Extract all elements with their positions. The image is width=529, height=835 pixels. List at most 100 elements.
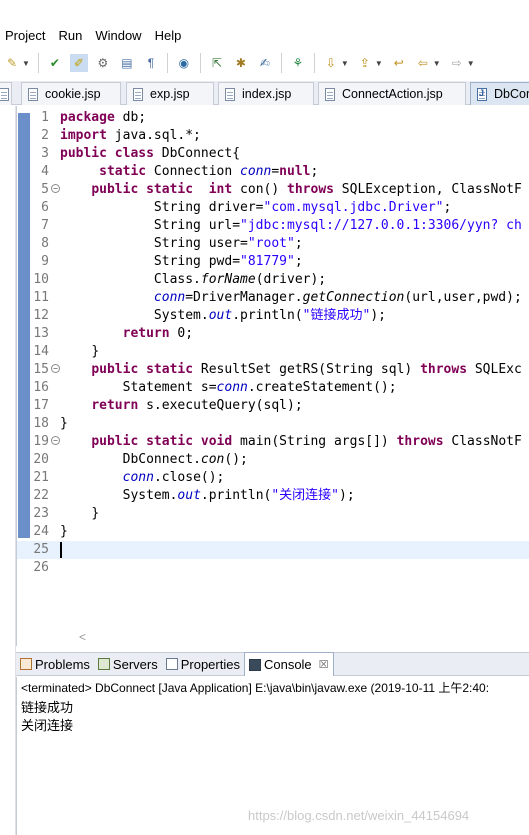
skip-icon[interactable]: ✔: [46, 54, 64, 72]
menu-help[interactable]: Help: [150, 24, 182, 48]
code-line[interactable]: 8 String user="root";: [17, 235, 529, 253]
edit-icon[interactable]: ✍: [256, 54, 274, 72]
code-line[interactable]: 18}: [17, 415, 529, 433]
code-line[interactable]: 23 }: [17, 505, 529, 523]
code-text: System.out.println("链接成功");: [60, 307, 386, 325]
line-number: 25: [33, 542, 49, 557]
globe-icon[interactable]: ◉: [175, 54, 193, 72]
code-text: package db;: [60, 109, 146, 127]
task-icon[interactable]: ⇱: [208, 54, 226, 72]
code-line[interactable]: 26: [17, 559, 529, 577]
wrench-icon[interactable]: ⇪: [356, 54, 374, 72]
code-line[interactable]: 12 System.out.println("链接成功");: [17, 307, 529, 325]
code-editor[interactable]: 1 package db; 2 import java.sql.*; 3 public c…: [16, 106, 529, 646]
code-token: .println(: [200, 488, 272, 503]
code-line[interactable]: 11 conn=DriverManager.getConnection(url,…: [17, 289, 529, 307]
fold-toggle-icon[interactable]: −: [51, 436, 60, 445]
horizontal-scrollbar[interactable]: <: [65, 628, 529, 646]
code-line[interactable]: 10 Class.forName(driver);: [17, 271, 529, 289]
menu-run[interactable]: Run: [53, 24, 82, 48]
tab-problems[interactable]: Problems: [16, 653, 94, 675]
code-token: .close();: [153, 470, 225, 485]
code-token: throws: [420, 362, 468, 377]
menu-project[interactable]: Project: [0, 24, 45, 48]
tab-label: exp.jsp: [150, 87, 190, 101]
down-arrow-icon[interactable]: ⇩: [322, 54, 340, 72]
code-line[interactable]: 2 import java.sql.*;: [17, 127, 529, 145]
code-line[interactable]: 20 DbConnect.con();: [17, 451, 529, 469]
puzzle-icon[interactable]: ✱: [232, 54, 250, 72]
menu-window[interactable]: Window: [90, 24, 141, 48]
line-number: 17: [33, 398, 49, 413]
code-line[interactable]: 22 System.out.println("关闭连接");: [17, 487, 529, 505]
forward-arrow-icon[interactable]: ⇨: [448, 54, 466, 72]
code-line[interactable]: 13 return 0;: [17, 325, 529, 343]
code-line[interactable]: 24}: [17, 523, 529, 541]
code-text: public static ResultSet getRS(String sql…: [60, 361, 522, 379]
file-icon: [0, 87, 9, 101]
code-text: Class.forName(driver);: [60, 271, 326, 289]
code-token: conn: [240, 164, 272, 179]
code-token: getConnection: [302, 290, 405, 305]
chevron-down-icon[interactable]: ▼: [375, 59, 383, 68]
code-line[interactable]: 5− public static int con() throws SQLExc…: [17, 181, 529, 199]
pencil-icon[interactable]: ✎: [3, 54, 21, 72]
code-token: ;: [294, 236, 303, 251]
tab-label: index.jsp: [242, 87, 292, 101]
code-token: ResultSet getRS(String sql): [193, 362, 421, 377]
code-token: forName: [200, 272, 256, 287]
code-line[interactable]: 16 Statement s=conn.createStatement();: [17, 379, 529, 397]
line-number: 23: [33, 506, 49, 521]
chevron-down-icon[interactable]: ▼: [341, 59, 349, 68]
pilcrow-icon[interactable]: ¶: [142, 54, 160, 72]
code-line[interactable]: 25: [17, 541, 529, 559]
code-text: }: [60, 523, 68, 541]
code-token: }: [60, 524, 68, 539]
toolbar-separator: [280, 53, 282, 73]
code-line[interactable]: 17 return s.executeQuery(sql);: [17, 397, 529, 415]
code-area[interactable]: 1 package db; 2 import java.sql.*; 3 public c…: [17, 106, 529, 628]
code-line[interactable]: 4 static Connection conn=null;: [17, 163, 529, 181]
tab-servers[interactable]: Servers: [94, 653, 162, 675]
code-line[interactable]: 15− public static ResultSet getRS(String…: [17, 361, 529, 379]
code-token: throws: [396, 434, 444, 449]
tab-console[interactable]: Console ☒: [243, 652, 334, 676]
fold-toggle-icon[interactable]: −: [51, 364, 60, 373]
code-line[interactable]: 14 }: [17, 343, 529, 361]
tab-connectaction-jsp[interactable]: ConnectAction.jsp: [318, 82, 466, 105]
code-token: String user=: [153, 236, 248, 251]
tab-dbconnect-java[interactable]: DbCon: [470, 82, 529, 105]
back-arrow-icon[interactable]: ⇦: [414, 54, 432, 72]
code-token: ;: [443, 200, 452, 215]
code-token: conn: [153, 290, 186, 305]
chevron-down-icon[interactable]: ▼: [22, 59, 30, 68]
close-icon[interactable]: ☒: [319, 658, 329, 671]
scroll-left-icon[interactable]: <: [79, 630, 86, 644]
tab-cookie-jsp[interactable]: cookie.jsp: [21, 82, 121, 105]
gear-run-icon[interactable]: ⚙: [94, 54, 112, 72]
code-token: }: [91, 344, 100, 359]
brush-icon[interactable]: ✐: [69, 54, 88, 72]
git-icon[interactable]: ⚘: [289, 54, 307, 72]
code-line[interactable]: 21 conn.close();: [17, 469, 529, 487]
fold-toggle-icon[interactable]: −: [51, 184, 60, 193]
code-line[interactable]: 1 package db;: [17, 109, 529, 127]
code-line[interactable]: 6 String driver="com.mysql.jdbc.Driver";: [17, 199, 529, 217]
code-line[interactable]: 9 String pwd="81779";: [17, 253, 529, 271]
code-line[interactable]: 19− public static void main(String args[…: [17, 433, 529, 451]
tab-properties[interactable]: Properties: [162, 653, 244, 675]
code-token: ClassNotF: [443, 434, 522, 449]
square-icon[interactable]: ▤: [118, 54, 136, 72]
back-icon[interactable]: ↩: [390, 54, 408, 72]
line-number: 5: [41, 182, 49, 197]
tab-exp-jsp[interactable]: exp.jsp: [126, 82, 214, 105]
chevron-down-icon[interactable]: ▼: [467, 59, 475, 68]
code-line[interactable]: 7 String url="jdbc:mysql://127.0.0.1:330…: [17, 217, 529, 235]
chevron-down-icon[interactable]: ▼: [433, 59, 441, 68]
tab-collapsed-left[interactable]: [0, 82, 12, 105]
code-line[interactable]: 3 public class DbConnect{: [17, 145, 529, 163]
tab-index-jsp[interactable]: index.jsp: [218, 82, 314, 105]
line-number: 3: [41, 146, 49, 161]
code-token: "jdbc:mysql://127.0.0.1:3306/yyn? ch: [240, 218, 522, 233]
code-token: package: [60, 110, 115, 125]
